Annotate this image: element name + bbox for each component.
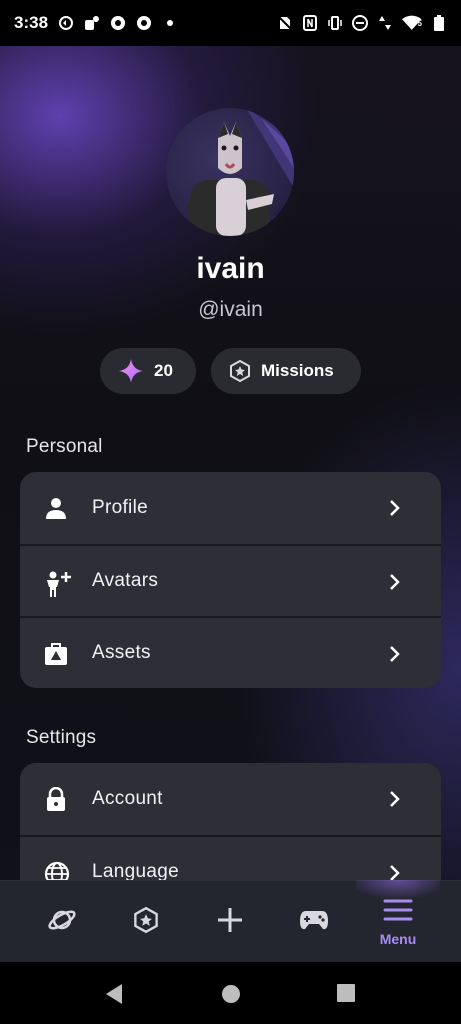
chevron-right-icon	[389, 499, 401, 517]
nav-explore[interactable]	[22, 881, 102, 963]
notification-dot-icon	[162, 15, 178, 31]
menu-active-glow	[356, 880, 440, 920]
points-value: 20	[154, 361, 173, 380]
menu-item-label: Avatars	[92, 570, 159, 591]
missions-badge-icon	[229, 360, 251, 382]
vibrate-icon	[327, 15, 343, 31]
missions-label: Missions	[261, 361, 334, 380]
sparkle-icon	[118, 358, 144, 384]
menu-item-assets[interactable]: Assets	[20, 616, 441, 688]
section-title-settings: Settings	[26, 727, 97, 748]
wolf-avatar-icon	[186, 108, 294, 236]
wifi-icon: 5	[402, 15, 422, 31]
chevron-right-icon	[389, 573, 401, 591]
assets-box-icon	[44, 642, 68, 666]
system-navigation-bar	[0, 962, 461, 1024]
chevron-right-icon	[389, 790, 401, 808]
teams-icon	[84, 15, 100, 31]
home-icon[interactable]	[221, 984, 241, 1009]
nav-menu-label: Menu	[379, 930, 417, 947]
data-arrows-icon	[377, 15, 393, 31]
personal-card: Profile Avatars Assets	[20, 472, 441, 688]
user-handle: @ivain	[198, 298, 263, 321]
chrome-icon-2	[136, 15, 152, 31]
chrome-icon	[110, 15, 126, 31]
missions-badge-icon	[133, 906, 159, 938]
menu-item-profile[interactable]: Profile	[20, 472, 441, 544]
menu-item-account[interactable]: Account	[20, 763, 441, 835]
menu-item-avatars[interactable]: Avatars	[20, 544, 441, 616]
points-chip[interactable]: 20	[100, 348, 196, 394]
battery-icon	[431, 15, 447, 31]
nfc-icon	[302, 15, 318, 31]
person-add-icon	[44, 570, 71, 597]
sync-icon	[58, 15, 74, 31]
nav-games[interactable]	[274, 881, 354, 963]
wifi-badge-text: 5	[417, 18, 422, 28]
display-name: ivain	[196, 252, 265, 285]
app-screen: ivain @ivain 20 Missions Personal Profil…	[0, 46, 461, 962]
person-icon	[44, 496, 68, 520]
no-sim-icon	[277, 15, 293, 31]
status-time: 3:38	[14, 13, 49, 32]
menu-item-label: Profile	[92, 497, 148, 518]
nav-missions[interactable]	[106, 881, 186, 963]
status-bar: 3:38 5	[0, 0, 461, 46]
chevron-right-icon	[389, 645, 401, 663]
menu-item-label: Account	[92, 788, 163, 809]
gamepad-icon	[299, 909, 329, 936]
recents-icon[interactable]	[337, 984, 355, 1007]
menu-item-label: Assets	[92, 642, 151, 663]
avatar[interactable]	[166, 108, 294, 236]
do-not-disturb-icon	[352, 15, 368, 31]
planet-icon	[47, 905, 77, 940]
plus-icon	[217, 907, 243, 938]
nav-create[interactable]	[190, 881, 270, 963]
lock-icon	[44, 786, 68, 811]
missions-chip[interactable]: Missions	[211, 348, 361, 394]
section-title-personal: Personal	[26, 436, 103, 457]
back-icon[interactable]	[104, 983, 124, 1010]
